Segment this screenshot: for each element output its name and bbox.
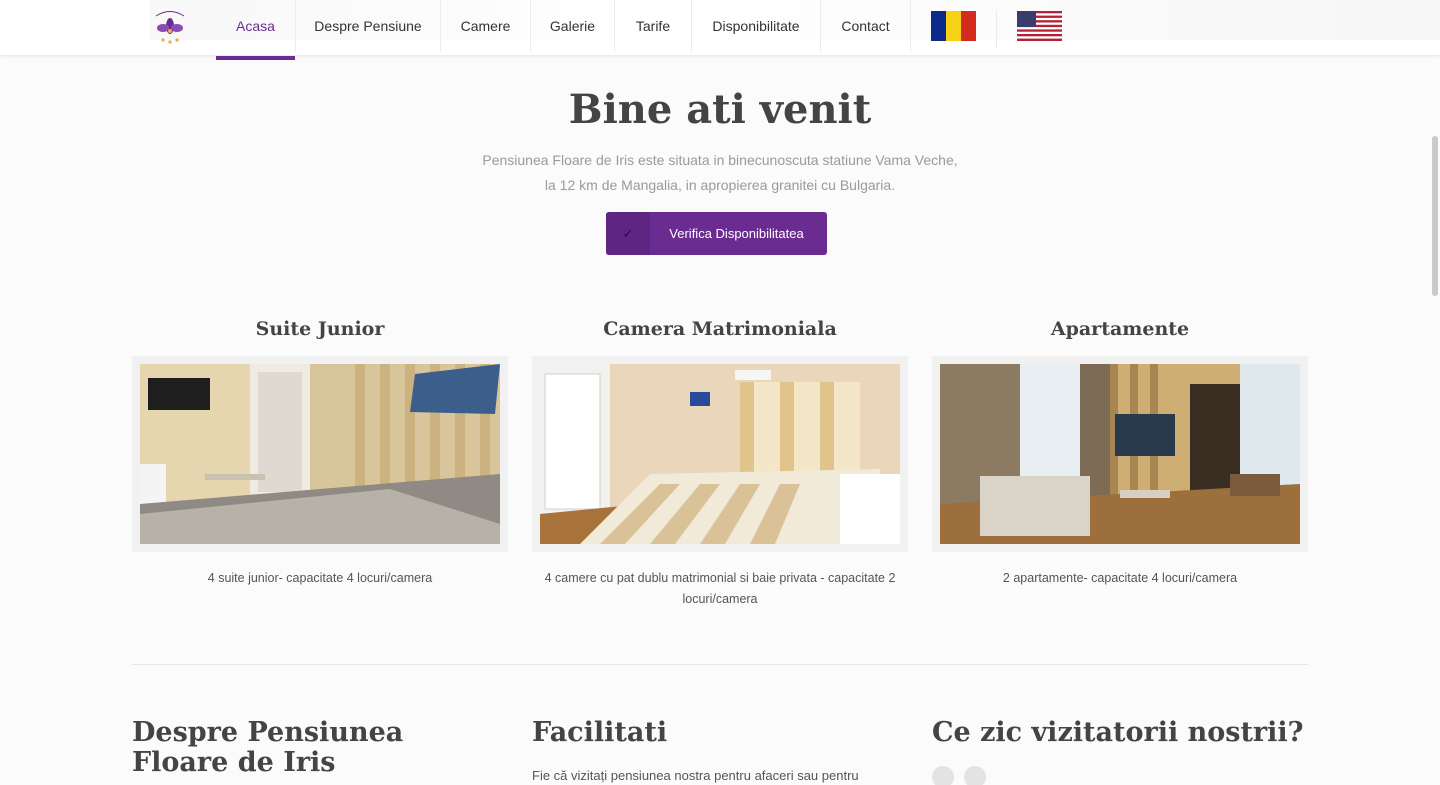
carousel-dot[interactable] <box>932 766 954 785</box>
about-title: Despre Pensiunea Floare de Iris <box>132 717 404 778</box>
nav-item-acasa[interactable]: Acasa <box>216 0 296 60</box>
room-card-apartamente: Apartamente 2 apartamente- capacitate 4 … <box>932 314 1308 589</box>
carousel-dot[interactable] <box>964 766 986 785</box>
nav-item-despre-pensiune[interactable]: Despre Pensiune <box>296 0 441 52</box>
site-logo[interactable] <box>150 6 190 46</box>
check-availability-button[interactable]: ✓ Verifica Disponibilitatea <box>606 212 827 255</box>
room-image-frame[interactable] <box>532 356 908 552</box>
room-title[interactable]: Suite Junior <box>132 314 508 344</box>
nav-item-tarife[interactable]: Tarife <box>615 0 692 52</box>
language-divider <box>996 10 997 48</box>
room-description: 4 camere cu pat dublu matrimonial si bai… <box>544 571 896 606</box>
room-description: 2 apartamente- capacitate 4 locuri/camer… <box>1002 571 1238 585</box>
check-icon: ✓ <box>606 212 650 255</box>
room-image-frame[interactable] <box>932 356 1308 552</box>
room-title[interactable]: Apartamente <box>932 314 1308 344</box>
main-nav: Acasa Despre Pensiune Camere Galerie Tar… <box>216 0 911 60</box>
iris-logo-icon <box>155 11 185 44</box>
facilities-title: Facilitati <box>532 717 668 748</box>
room-card-suite-junior: Suite Junior 4 suite junior- capacitate … <box>132 314 508 589</box>
room-photo-suite-junior <box>140 364 500 544</box>
welcome-text-line-2: la 12 km de Mangalia, in apropierea gran… <box>544 177 896 193</box>
nav-item-contact[interactable]: Contact <box>821 0 911 52</box>
section-divider <box>132 664 1308 665</box>
welcome-text-line-1: Pensiunea Floare de Iris este situata in… <box>482 152 958 168</box>
room-photo-apartamente <box>940 364 1300 544</box>
page-scrollbar-thumb[interactable] <box>1432 136 1438 296</box>
facilities-text: Fie că vizitați pensiunea nostra pentru … <box>532 768 859 783</box>
check-availability-label: Verifica Disponibilitatea <box>669 226 804 241</box>
us-flag-icon[interactable] <box>1017 11 1062 41</box>
reviews-title: Ce zic vizitatorii nostrii? <box>932 717 1304 748</box>
reviews-carousel-dots <box>932 766 986 785</box>
welcome-title: Bine ati venit <box>568 86 872 133</box>
room-card-camera-matrimoniala: Camera Matrimoniala 4 camere cu pat dubl… <box>532 314 908 610</box>
nav-item-disponibilitate[interactable]: Disponibilitate <box>692 0 821 52</box>
welcome-text: Pensiunea Floare de Iris este situata in… <box>420 148 1020 198</box>
site-header: Acasa Despre Pensiune Camere Galerie Tar… <box>0 0 1440 60</box>
room-description: 4 suite junior- capacitate 4 locuri/came… <box>207 571 433 585</box>
room-image-frame[interactable] <box>132 356 508 552</box>
nav-item-camere[interactable]: Camere <box>441 0 531 52</box>
nav-item-galerie[interactable]: Galerie <box>531 0 615 52</box>
room-photo-camera-matrimoniala <box>540 364 900 544</box>
room-title[interactable]: Camera Matrimoniala <box>532 314 908 344</box>
romanian-flag-icon[interactable] <box>931 11 976 41</box>
